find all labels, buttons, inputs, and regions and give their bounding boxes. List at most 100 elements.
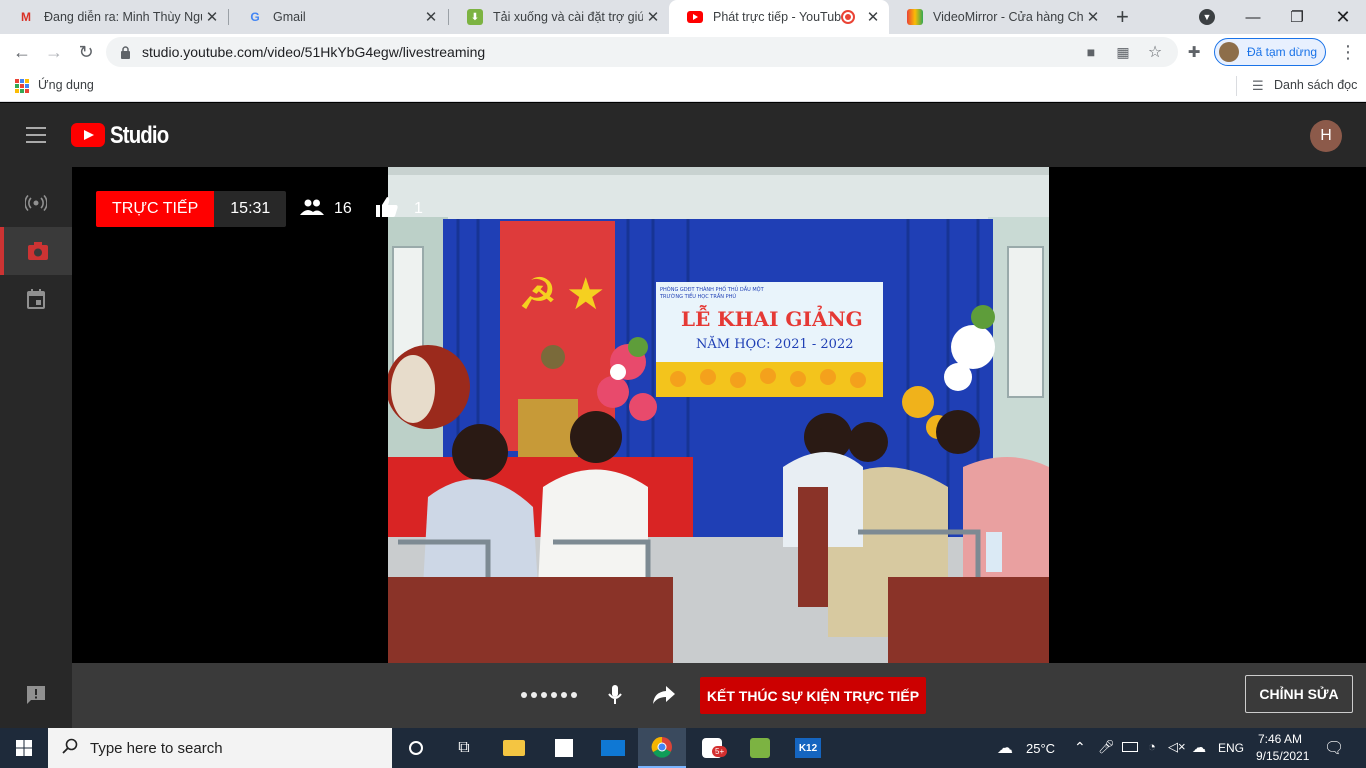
windows-start-icon[interactable] (0, 728, 48, 768)
k12-app-icon[interactable]: K12 (784, 728, 832, 768)
clock-date[interactable]: 9/15/2021 (1256, 749, 1309, 763)
tab-title: Phát trực tiếp - YouTube (713, 10, 841, 24)
like-count-value: 1 (414, 200, 423, 217)
onedrive-icon[interactable]: ☁ (1192, 739, 1206, 756)
star-icon[interactable]: ☆ (1146, 43, 1164, 61)
tab-download-help[interactable]: ⬇ Tải xuống và cài đặt trợ giúp ✕ (449, 0, 669, 34)
end-stream-button[interactable]: KẾT THÚC SỰ KIỆN TRỰC TIẾP (700, 677, 926, 714)
menu-button[interactable]: ⋮ (1334, 38, 1362, 66)
extensions-button[interactable]: ✚ (1180, 38, 1208, 66)
taskbar-search-box[interactable]: Type here to search (48, 728, 392, 768)
minimize-button[interactable]: — (1230, 0, 1276, 34)
account-avatar[interactable]: H (1310, 120, 1342, 152)
cortana-icon[interactable] (392, 728, 440, 768)
people-icon (300, 199, 324, 220)
profile-button[interactable]: Đã tạm dừng (1214, 38, 1326, 66)
weather-icon[interactable]: ☁ (997, 738, 1013, 758)
banner-title: LỄ KHAI GIẢNG (681, 304, 863, 331)
live-status: TRỰC TIẾP 15:31 (96, 191, 287, 227)
calendar-icon[interactable] (0, 275, 72, 323)
tab-videomirror[interactable]: VideoMirror - Cửa hàng Chrom ✕ (889, 0, 1109, 34)
reading-list-link[interactable]: Danh sách đọc (1274, 78, 1357, 92)
camera-icon[interactable]: ■ (1082, 43, 1100, 61)
volume-icon[interactable]: ◁× (1168, 739, 1186, 755)
close-icon[interactable]: ✕ (1083, 8, 1103, 26)
microphone-icon[interactable] (608, 685, 622, 710)
close-icon[interactable]: ✕ (202, 8, 222, 26)
profile-status: Đã tạm dừng (1247, 45, 1318, 59)
forward-button[interactable]: → (40, 38, 68, 66)
live-video-frame: ☭ ★ PHÒNG GDĐT THÀNH PHỐ THỦ DẦU MỘT TRƯ… (388, 167, 1049, 663)
reload-button[interactable]: ↻ (72, 38, 100, 66)
svg-text:★: ★ (566, 269, 605, 320)
back-button[interactable]: ← (8, 38, 36, 66)
address-bar[interactable]: studio.youtube.com/video/51HkYbG4egw/liv… (106, 37, 1178, 67)
live-badge: TRỰC TIẾP (96, 191, 215, 227)
youtube-icon (687, 9, 703, 25)
mail-icon[interactable] (589, 728, 637, 768)
edit-button[interactable]: CHỈNH SỬA (1245, 675, 1353, 713)
qr-code-icon[interactable]: ▦ (1114, 43, 1132, 61)
new-tab-button[interactable]: + (1116, 0, 1142, 34)
elapsed-time: 15:31 (214, 191, 287, 227)
minimize-icon: — (1245, 8, 1261, 26)
tab-youtube-live[interactable]: Phát trực tiếp - YouTube ✕ (669, 0, 889, 34)
app-icon: ⬇ (467, 9, 483, 25)
file-explorer-icon[interactable] (490, 728, 538, 768)
apps-link[interactable]: Ứng dụng (38, 78, 94, 92)
share-icon[interactable] (653, 686, 675, 709)
battery-icon[interactable] (1122, 742, 1138, 752)
close-icon: ✕ (1335, 6, 1351, 27)
close-window-button[interactable]: ✕ (1320, 0, 1366, 34)
search-placeholder: Type here to search (90, 739, 223, 757)
close-icon[interactable]: ✕ (863, 8, 883, 26)
weather-temp[interactable]: 25°C (1026, 741, 1055, 756)
android-app-icon[interactable] (736, 728, 784, 768)
chevron-down-icon: ▼ (1199, 9, 1215, 25)
browser-tab-strip: M Đang diễn ra: Minh Thùy Ngu ✕ G Gmail … (0, 0, 1366, 34)
notification-icon[interactable]: 🗨︎ (1324, 738, 1344, 758)
studio-header: Studio H (0, 103, 1366, 167)
tab-title: VideoMirror - Cửa hàng Chrom (933, 10, 1083, 24)
more-vert-icon: ⋮ (1339, 41, 1357, 62)
search-icon (62, 738, 78, 758)
tab-title: Tải xuống và cài đặt trợ giúp (493, 10, 643, 24)
arrow-right-icon: → (45, 41, 63, 62)
google-icon: G (250, 10, 260, 24)
url-text: studio.youtube.com/video/51HkYbG4egw/liv… (142, 44, 486, 60)
zalo-icon[interactable]: 5+ (688, 728, 736, 768)
reading-list-icon[interactable]: ☰ (1252, 78, 1264, 94)
stream-icon[interactable] (0, 179, 72, 227)
tab-search-button[interactable]: ▼ (1184, 0, 1230, 34)
menu-icon[interactable] (26, 127, 46, 143)
youtube-logo-icon[interactable] (71, 123, 105, 147)
banner-header-2: TRƯỜNG TIỂU HỌC TRẦN PHÚ (659, 292, 736, 300)
input-language[interactable]: ENG (1218, 741, 1244, 755)
audio-level-indicator (521, 692, 577, 698)
divider (1236, 76, 1237, 96)
wifi-icon[interactable]: ◔ (1148, 739, 1156, 754)
studio-sidebar (0, 167, 72, 728)
webcam-icon[interactable] (0, 227, 72, 275)
tab-gmail-live[interactable]: M Đang diễn ra: Minh Thùy Ngu ✕ (0, 0, 228, 34)
store-icon[interactable] (540, 728, 588, 768)
close-icon[interactable]: ✕ (643, 8, 663, 26)
close-icon[interactable]: ✕ (421, 8, 441, 26)
clock-time[interactable]: 7:46 AM (1258, 732, 1302, 746)
puzzle-icon: ✚ (1187, 44, 1201, 61)
apps-grid-icon[interactable] (15, 79, 29, 93)
studio-brand[interactable]: Studio (110, 122, 169, 150)
chrome-store-icon (907, 9, 923, 25)
microphone-tray-icon[interactable]: 🎤︎ (1098, 739, 1115, 755)
banner-header-1: PHÒNG GDĐT THÀNH PHỐ THỦ DẦU MỘT (660, 285, 765, 293)
avatar (1219, 42, 1239, 62)
chrome-icon[interactable] (638, 728, 686, 768)
tab-gmail[interactable]: G Gmail ✕ (229, 0, 447, 34)
lock-icon[interactable] (116, 43, 134, 61)
restore-button[interactable]: ❐ (1274, 0, 1320, 34)
restore-icon: ❐ (1290, 9, 1304, 26)
chevron-up-icon[interactable]: ⌃ (1074, 739, 1086, 756)
feedback-icon[interactable] (0, 671, 72, 719)
recording-icon (841, 10, 855, 24)
task-view-icon[interactable]: ⧉ (440, 728, 488, 768)
